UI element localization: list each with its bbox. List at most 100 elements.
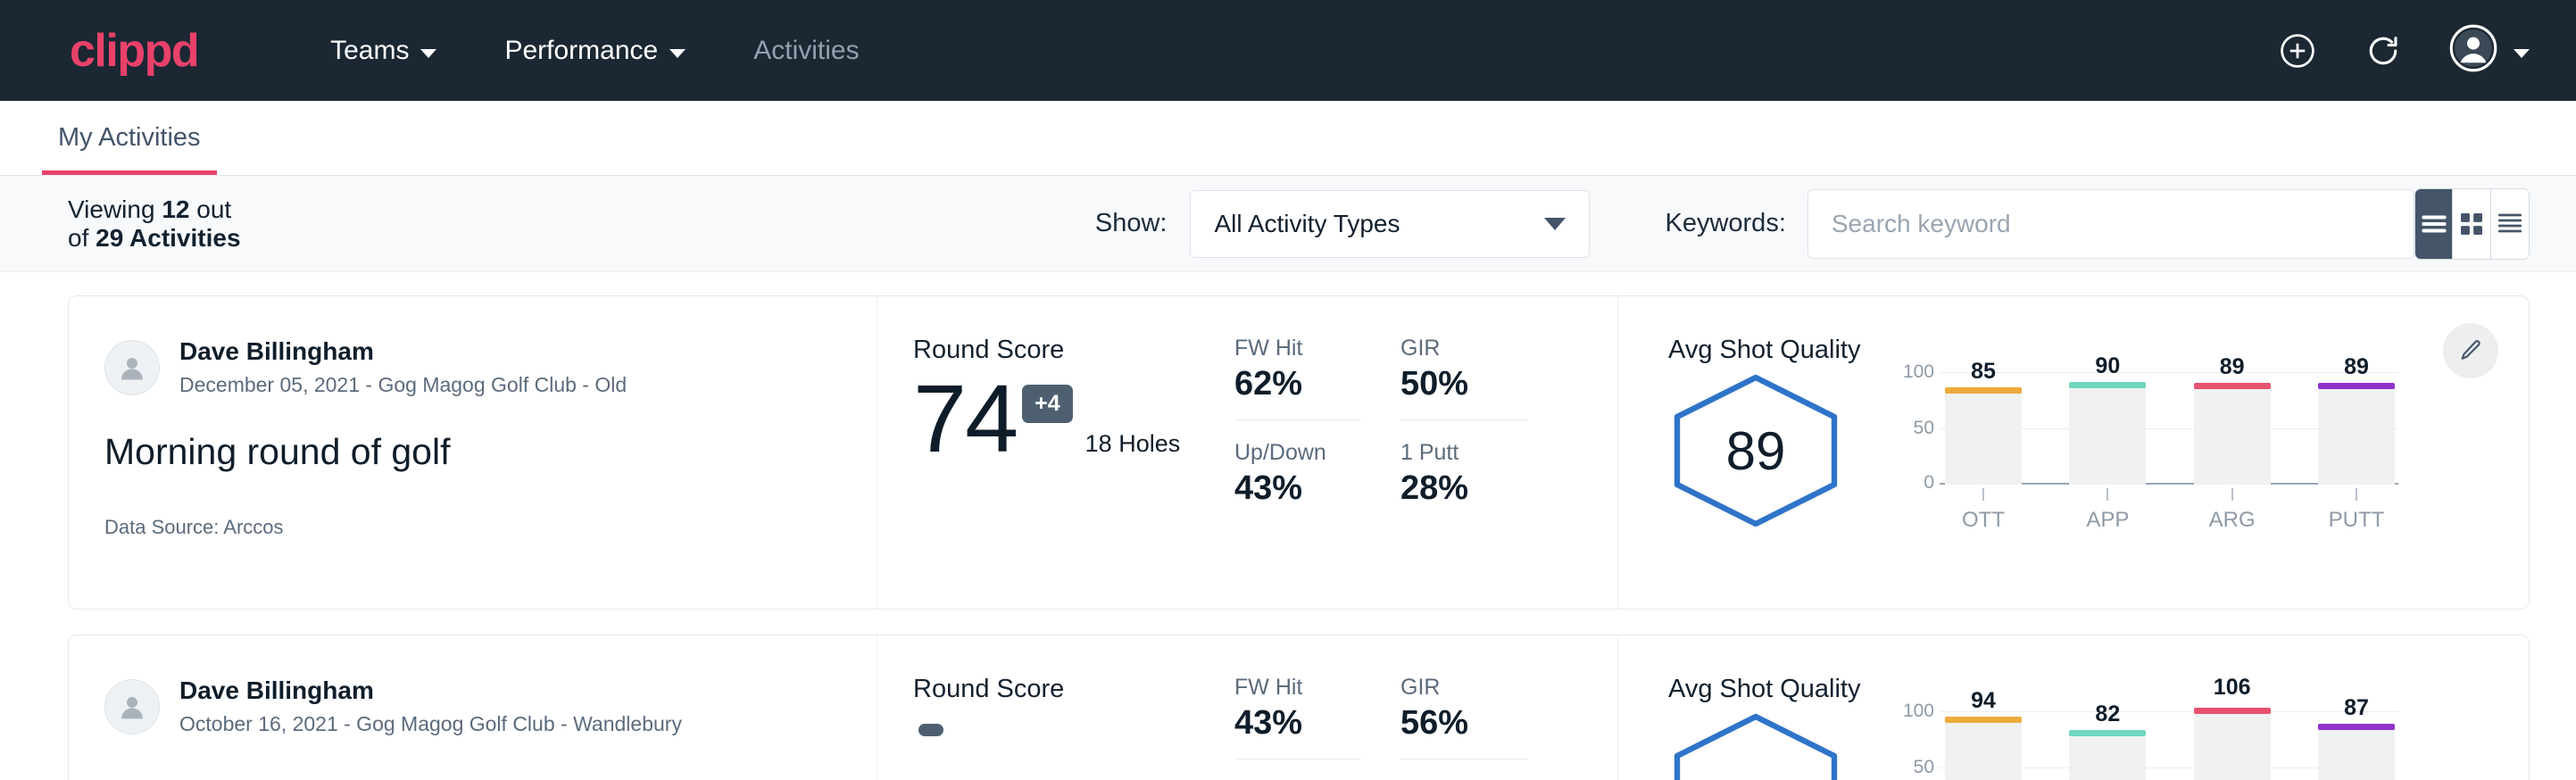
- bar-cap-app: [2069, 730, 2146, 736]
- stat-value-up-down: 43%: [1234, 469, 1361, 524]
- bar-group-putt: 89: [2318, 372, 2395, 485]
- stat-label-fw-hit: FW Hit: [1234, 675, 1361, 701]
- bar-cap-arg: [2194, 708, 2271, 714]
- account-menu[interactable]: [2449, 24, 2530, 77]
- bar-group-ott: 85: [1945, 372, 2022, 485]
- viewing-prefix: Viewing: [68, 195, 162, 223]
- avatar: [104, 340, 160, 395]
- bar-group-arg: 89: [2194, 372, 2271, 485]
- chevron-down-icon: [669, 49, 686, 58]
- view-mode-compact[interactable]: [2491, 189, 2529, 259]
- quality-hexagon: 89: [1668, 372, 1843, 529]
- x-tick-arg: ARG: [2194, 488, 2271, 533]
- x-label-arg: ARG: [2209, 508, 2256, 533]
- bar-app: [2069, 734, 2146, 780]
- tick-mark-icon: [2107, 488, 2108, 501]
- chart-plot-area: 100 50 0 94 82: [1899, 711, 2398, 780]
- activity-type-select[interactable]: All Activity Types: [1190, 190, 1590, 258]
- round-score-label: Round Score: [913, 336, 1234, 365]
- y-tick-100: 100: [1899, 361, 1934, 383]
- avg-shot-quality-body: 100 50 0 94 82: [1668, 711, 2529, 780]
- activity-meta: October 16, 2021 - Gog Magog Golf Club -…: [179, 709, 682, 738]
- bar-cap-putt: [2318, 383, 2395, 389]
- avg-shot-quality-label: Avg Shot Quality: [1668, 675, 2529, 704]
- nav-item-performance-label: Performance: [504, 36, 658, 66]
- activity-identity: Dave Billingham October 16, 2021 - Gog M…: [69, 635, 877, 780]
- stat-label-fw-hit: FW Hit: [1234, 336, 1361, 361]
- shot-quality-chart: 100 50 0 85 90: [1899, 372, 2398, 533]
- search-input[interactable]: [1807, 189, 2414, 259]
- stat-value-gir: 50%: [1400, 365, 1527, 420]
- stat-label-gir: GIR: [1400, 336, 1527, 361]
- nav-item-teams[interactable]: Teams: [296, 23, 470, 79]
- view-mode-toggle: [2414, 188, 2530, 260]
- round-score-row: [913, 711, 1234, 736]
- stat-value-fw-hit: 62%: [1234, 365, 1361, 420]
- keywords-label: Keywords:: [1665, 209, 1785, 238]
- stat-value-fw-hit: 43%: [1234, 704, 1361, 759]
- player-name: Dave Billingham: [179, 675, 682, 706]
- tab-strip: My Activities: [0, 101, 2576, 176]
- tick-mark-icon: [1982, 488, 1984, 501]
- bar-value-app: 90: [2095, 353, 2120, 379]
- account-avatar-icon: [2449, 24, 2497, 77]
- bar-cap-app: [2069, 382, 2146, 388]
- y-tick-100: 100: [1899, 701, 1934, 722]
- add-circle-icon[interactable]: [2278, 31, 2317, 71]
- bar-cap-putt: [2318, 724, 2395, 730]
- primary-nav: Teams Performance Activities: [296, 23, 2278, 79]
- round-score-value: 74: [913, 372, 1017, 465]
- activity-card[interactable]: Dave Billingham December 05, 2021 - Gog …: [68, 295, 2530, 610]
- bar-app: [2069, 386, 2146, 485]
- quality-hexagon: [1668, 711, 1843, 780]
- view-mode-list[interactable]: [2415, 189, 2454, 259]
- view-mode-grid[interactable]: [2453, 189, 2491, 259]
- show-label: Show:: [1095, 209, 1168, 238]
- activity-card[interactable]: Dave Billingham October 16, 2021 - Gog M…: [68, 635, 2530, 780]
- nav-item-teams-label: Teams: [330, 36, 409, 66]
- tab-my-activities[interactable]: My Activities: [42, 123, 217, 175]
- y-tick-50: 50: [1899, 757, 1934, 778]
- bar-value-ott: 85: [1971, 359, 1996, 385]
- activities-toolbar: Viewing 12 out of 29 Activities Show: Al…: [0, 176, 2576, 272]
- chevron-down-icon: [420, 49, 436, 58]
- round-score-row: 74 +4 18 Holes: [913, 372, 1234, 465]
- bar-value-arg: 89: [2220, 354, 2245, 380]
- round-score-section: Round Score 74 +4 18 Holes: [877, 296, 1234, 609]
- bar-value-arg: 106: [2214, 675, 2251, 701]
- round-stats: FW Hit GIR 62% 50% Up/Down 1 Putt 43% 28…: [1234, 296, 1618, 609]
- activity-identity: Dave Billingham December 05, 2021 - Gog …: [69, 296, 877, 609]
- bar-ott: [1945, 720, 2022, 780]
- chevron-down-icon: [2514, 49, 2530, 58]
- nav-item-performance[interactable]: Performance: [470, 23, 719, 79]
- refresh-icon[interactable]: [2364, 31, 2403, 71]
- viewing-total: 29 Activities: [96, 224, 240, 252]
- holes-label: 18 Holes: [1085, 430, 1181, 465]
- bar-value-app: 82: [2095, 701, 2120, 727]
- clippd-logo[interactable]: clippd: [70, 28, 198, 74]
- activity-title: Morning round of golf: [104, 431, 837, 473]
- bar-arg: [2194, 711, 2271, 780]
- activity-meta: December 05, 2021 - Gog Magog Golf Club …: [179, 370, 627, 399]
- nav-item-activities[interactable]: Activities: [719, 23, 893, 79]
- bar-value-putt: 87: [2344, 695, 2369, 721]
- chart-x-axis: OTT APP ARG PUTT: [1945, 488, 2395, 533]
- chevron-down-icon: [1544, 218, 1566, 230]
- score-differential-badge: [918, 724, 943, 736]
- stat-value-gir: 56%: [1400, 704, 1527, 759]
- activities-list: Dave Billingham December 05, 2021 - Gog …: [0, 272, 2576, 780]
- bar-group-app: 82: [2069, 711, 2146, 780]
- avg-shot-quality-section: Avg Shot Quality 89 100 50 0: [1618, 296, 2529, 609]
- x-tick-app: APP: [2069, 488, 2146, 533]
- edit-activity-button[interactable]: [2443, 323, 2498, 378]
- quality-hexagon-value: 89: [1668, 372, 1843, 529]
- bar-putt: [2318, 386, 2395, 485]
- player-name: Dave Billingham: [179, 336, 627, 367]
- y-tick-50: 50: [1899, 418, 1934, 439]
- top-nav-actions: [2278, 24, 2530, 77]
- activity-type-select-value: All Activity Types: [1214, 210, 1400, 238]
- chart-bars: 94 82: [1945, 711, 2395, 780]
- x-label-ott: OTT: [1962, 508, 2005, 533]
- bar-group-arg: 106: [2194, 711, 2271, 780]
- chart-bars: 85 90: [1945, 372, 2395, 485]
